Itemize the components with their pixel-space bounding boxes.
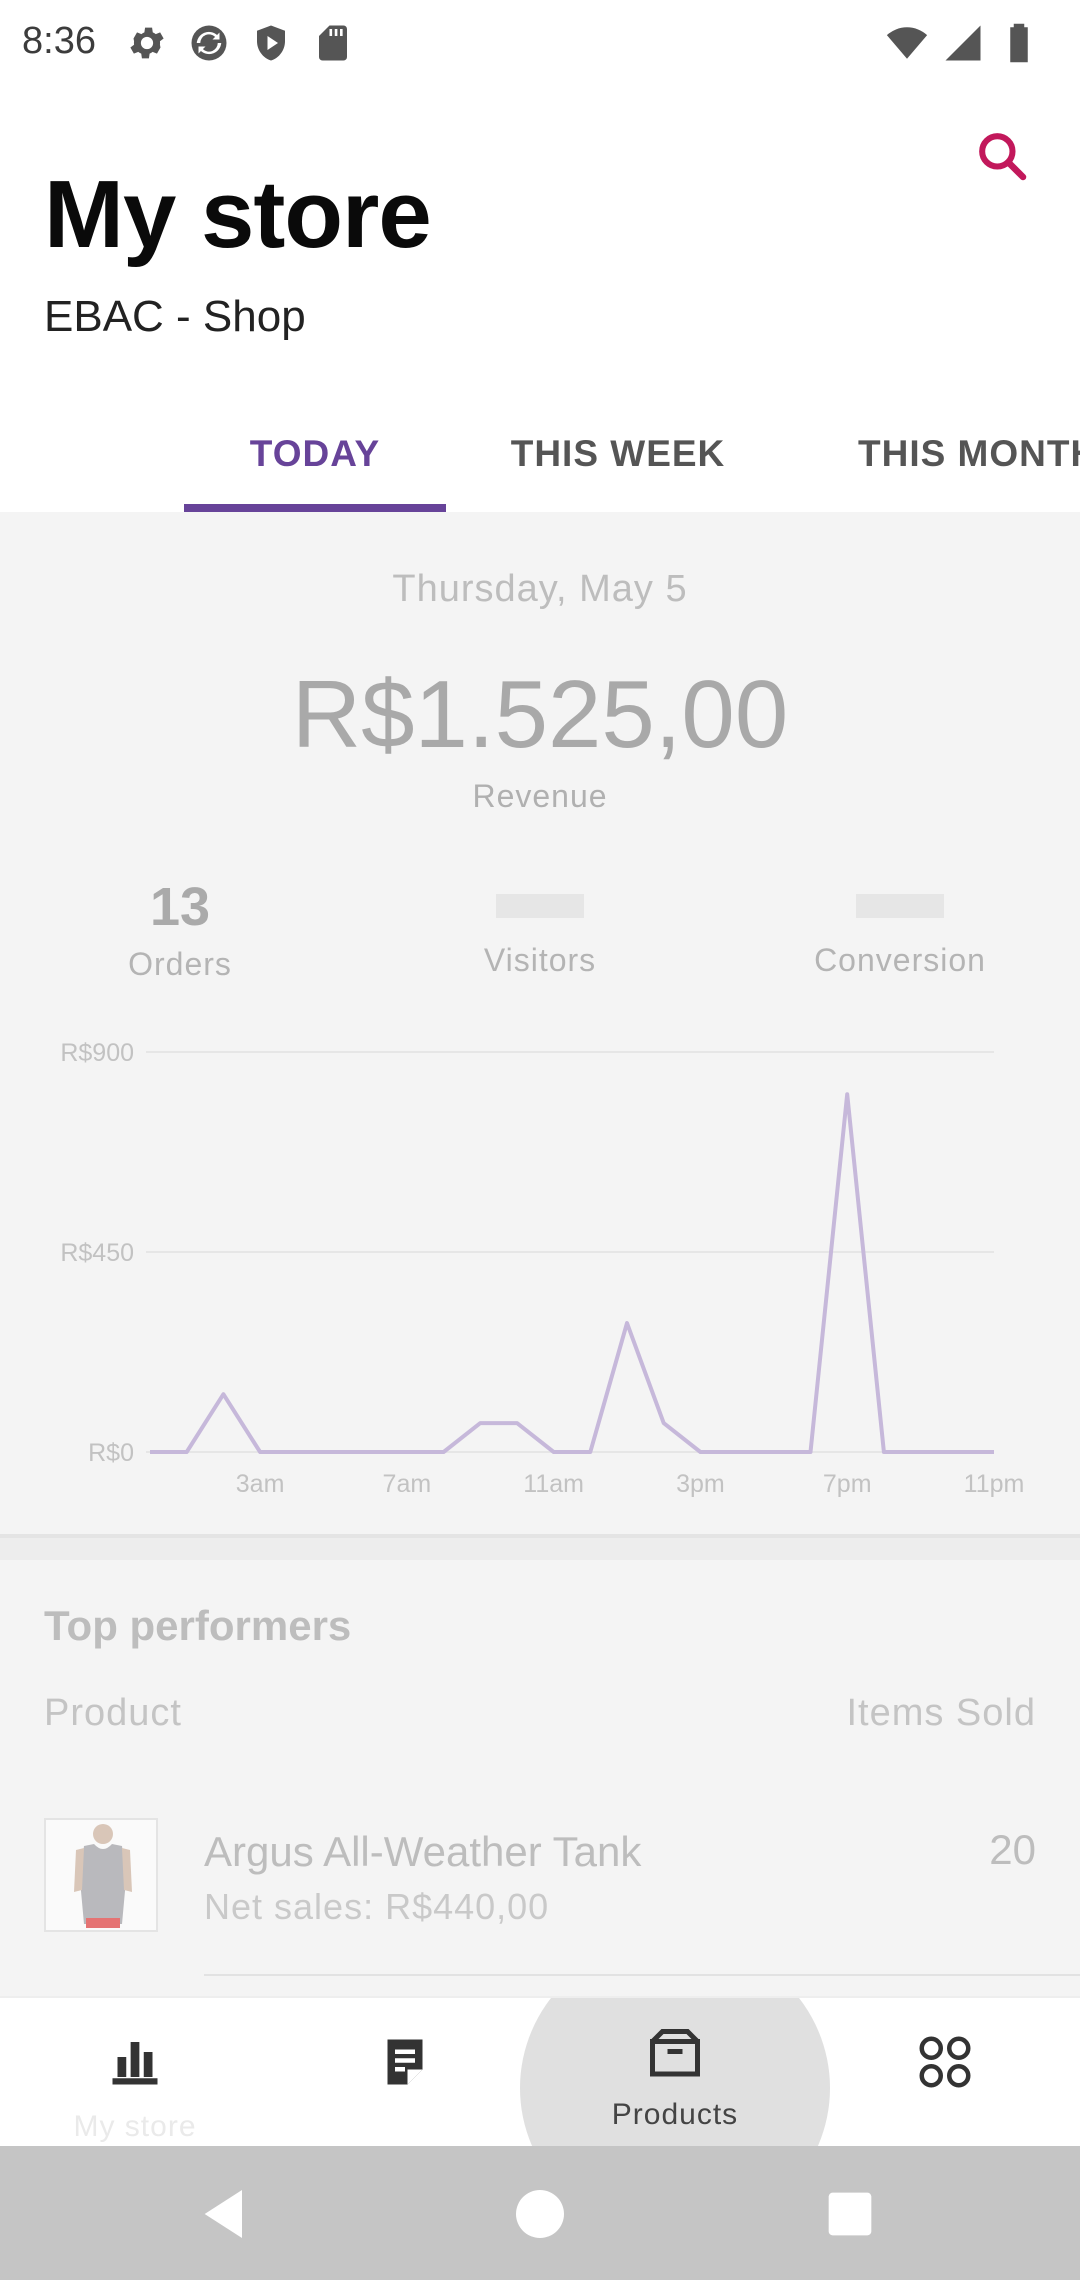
search-icon bbox=[979, 133, 1027, 181]
orders-icon bbox=[387, 2039, 423, 2085]
chart-y-tick-label: R$900 bbox=[60, 1039, 134, 1067]
product-thumbnail bbox=[44, 1818, 158, 1932]
tab-this-week[interactable]: THIS WEEK bbox=[480, 396, 756, 512]
top-performer-row[interactable]: Argus All-Weather Tank Net sales: R$440,… bbox=[0, 1818, 1080, 1958]
nav-my-store-label: My store bbox=[73, 2110, 197, 2143]
visitors-placeholder bbox=[496, 894, 584, 918]
tank-top-image bbox=[46, 1820, 156, 1930]
conversion-placeholder bbox=[856, 894, 944, 918]
search-button[interactable] bbox=[970, 124, 1034, 188]
revenue-chart: R$0 R$450 R$900 3am 7am 11am 3pm 7pm 11pm bbox=[60, 1039, 1025, 1498]
apps-grid-icon bbox=[919, 2036, 971, 2088]
tab-active-indicator bbox=[184, 504, 446, 512]
product-name: Argus All-Weather Tank bbox=[204, 1828, 642, 1875]
tab-today[interactable]: TODAY bbox=[184, 396, 446, 512]
sync-icon bbox=[191, 25, 227, 61]
chart-x-tick-label: 11am bbox=[523, 1470, 584, 1498]
chart-y-tick-label: R$0 bbox=[88, 1439, 134, 1467]
bottom-navigation: My store Products bbox=[0, 1996, 1080, 2146]
nav-orders[interactable] bbox=[270, 1998, 540, 2146]
stats-date: Thursday, May 5 bbox=[392, 568, 688, 610]
shield-icon bbox=[257, 25, 285, 61]
battery-icon bbox=[1010, 23, 1028, 63]
product-box-icon bbox=[650, 2029, 700, 2077]
nav-products-label: Products bbox=[611, 2098, 739, 2131]
section-gap bbox=[0, 1538, 1080, 1560]
orders-stat: 13 Orders bbox=[0, 872, 360, 983]
chart-series-line bbox=[150, 1092, 994, 1454]
column-header-product: Product bbox=[44, 1692, 182, 1734]
chart-x-tick-label: 7pm bbox=[823, 1470, 872, 1498]
top-performers-title: Top performers bbox=[44, 1602, 352, 1649]
chart-x-tick-label: 7am bbox=[383, 1470, 432, 1498]
revenue-value: R$1.525,00 bbox=[291, 661, 789, 768]
chart-x-tick-label: 3am bbox=[236, 1470, 285, 1498]
orders-label: Orders bbox=[128, 946, 232, 982]
status-bar: 8:36 bbox=[0, 0, 1080, 88]
status-time: 8:36 bbox=[22, 20, 96, 62]
home-icon[interactable] bbox=[508, 2182, 572, 2246]
product-net-sales: Net sales: R$440,00 bbox=[204, 1886, 550, 1927]
chart-y-tick-label: R$450 bbox=[60, 1239, 134, 1267]
wifi-icon bbox=[886, 27, 928, 59]
stats-content: Thursday, May 5 R$1.525,00 Revenue 13 Or… bbox=[0, 512, 1080, 1996]
cell-signal-icon bbox=[945, 25, 981, 61]
revenue-label: Revenue bbox=[472, 778, 608, 814]
recents-icon[interactable] bbox=[818, 2182, 882, 2246]
tab-this-month[interactable]: THIS MONTH bbox=[800, 396, 1080, 512]
store-name: EBAC - Shop bbox=[44, 292, 306, 341]
visitors-stat: Visitors bbox=[360, 872, 720, 979]
row-divider bbox=[204, 1974, 1080, 1976]
orders-value: 13 bbox=[149, 877, 211, 937]
conversion-label: Conversion bbox=[814, 942, 986, 978]
sd-card-icon bbox=[319, 25, 347, 61]
status-left-icons bbox=[126, 22, 354, 64]
nav-more[interactable] bbox=[810, 1998, 1080, 2146]
chart-x-tick-label: 3pm bbox=[676, 1470, 725, 1498]
status-right-icons bbox=[886, 22, 1040, 64]
nav-products[interactable]: Products bbox=[540, 1998, 810, 2146]
column-header-items-sold: Items Sold bbox=[846, 1692, 1036, 1734]
page-title: My store bbox=[44, 161, 432, 268]
chart-x-tick-label: 11pm bbox=[964, 1470, 1025, 1498]
bar-chart-icon bbox=[112, 2042, 158, 2085]
settings-icon bbox=[130, 27, 164, 59]
system-navigation-bar bbox=[0, 2146, 1080, 2280]
nav-my-store[interactable]: My store bbox=[0, 1998, 270, 2146]
product-items-sold: 20 bbox=[989, 1826, 1036, 1873]
back-icon[interactable] bbox=[194, 2182, 258, 2246]
date-range-tabs: TODAY THIS WEEK THIS MONTH bbox=[0, 396, 1080, 512]
conversion-stat: Conversion bbox=[720, 872, 1080, 979]
visitors-label: Visitors bbox=[483, 942, 597, 978]
